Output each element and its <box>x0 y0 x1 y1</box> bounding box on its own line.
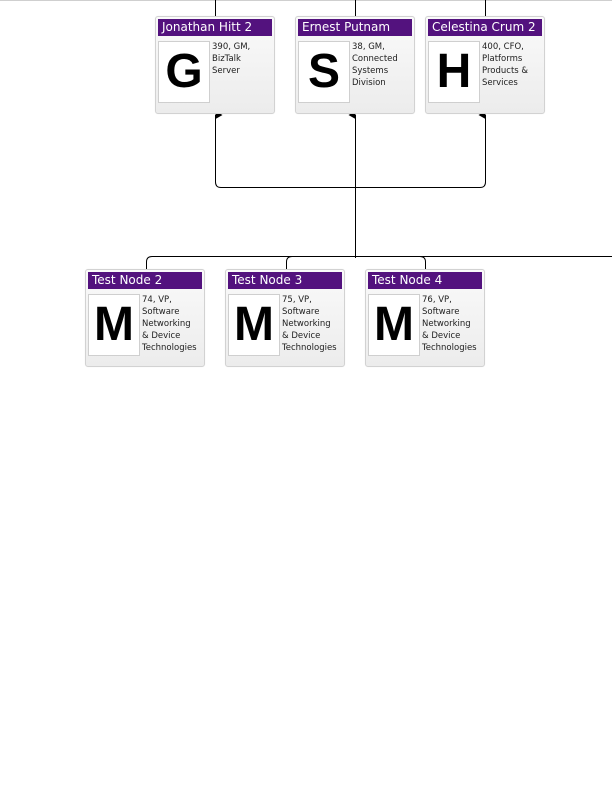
node-title: Jonathan Hitt 2 <box>158 19 272 36</box>
node-details: 400, CFO, Platforms Products & Services <box>482 42 529 88</box>
node-photo-placeholder: M <box>88 294 140 356</box>
node-photo-placeholder: S <box>298 41 350 103</box>
org-node-celestina-crum-2[interactable]: Celestina Crum 2 H 400, CFO, Platforms P… <box>425 16 545 114</box>
org-node-test-node-3[interactable]: Test Node 3 M 75, VP, Software Networkin… <box>225 269 345 367</box>
node-details: 75, VP, Software Networking & Device Tec… <box>282 295 337 353</box>
node-photo-placeholder: M <box>368 294 420 356</box>
node-title: Celestina Crum 2 <box>428 19 542 36</box>
org-node-jonathan-hitt-2[interactable]: Jonathan Hitt 2 G 390, GM, BizTalk Serve… <box>155 16 275 114</box>
node-title: Test Node 2 <box>88 272 202 289</box>
connector-drop-n5 <box>286 256 293 269</box>
node-title: Test Node 3 <box>228 272 342 289</box>
node-details: 76, VP, Software Networking & Device Tec… <box>422 295 477 353</box>
node-details: 390, GM, BizTalk Server <box>212 42 251 76</box>
connector-drop-n6 <box>419 256 426 269</box>
node-photo-placeholder: G <box>158 41 210 103</box>
node-photo-placeholder: H <box>428 41 480 103</box>
org-node-ernest-putnam[interactable]: Ernest Putnam S 38, GM, Connected System… <box>295 16 415 114</box>
node-photo-placeholder: M <box>228 294 280 356</box>
node-title: Test Node 4 <box>368 272 482 289</box>
node-details: 74, VP, Software Networking & Device Tec… <box>142 295 197 353</box>
connector-bus-lower <box>146 256 612 269</box>
node-details: 38, GM, Connected Systems Division <box>352 42 398 88</box>
org-node-test-node-2[interactable]: Test Node 2 M 74, VP, Software Networkin… <box>85 269 205 367</box>
connector-lines <box>0 0 612 269</box>
node-title: Ernest Putnam <box>298 19 412 36</box>
connector-bus-upper <box>215 111 486 188</box>
org-node-test-node-4[interactable]: Test Node 4 M 76, VP, Software Networkin… <box>365 269 485 367</box>
